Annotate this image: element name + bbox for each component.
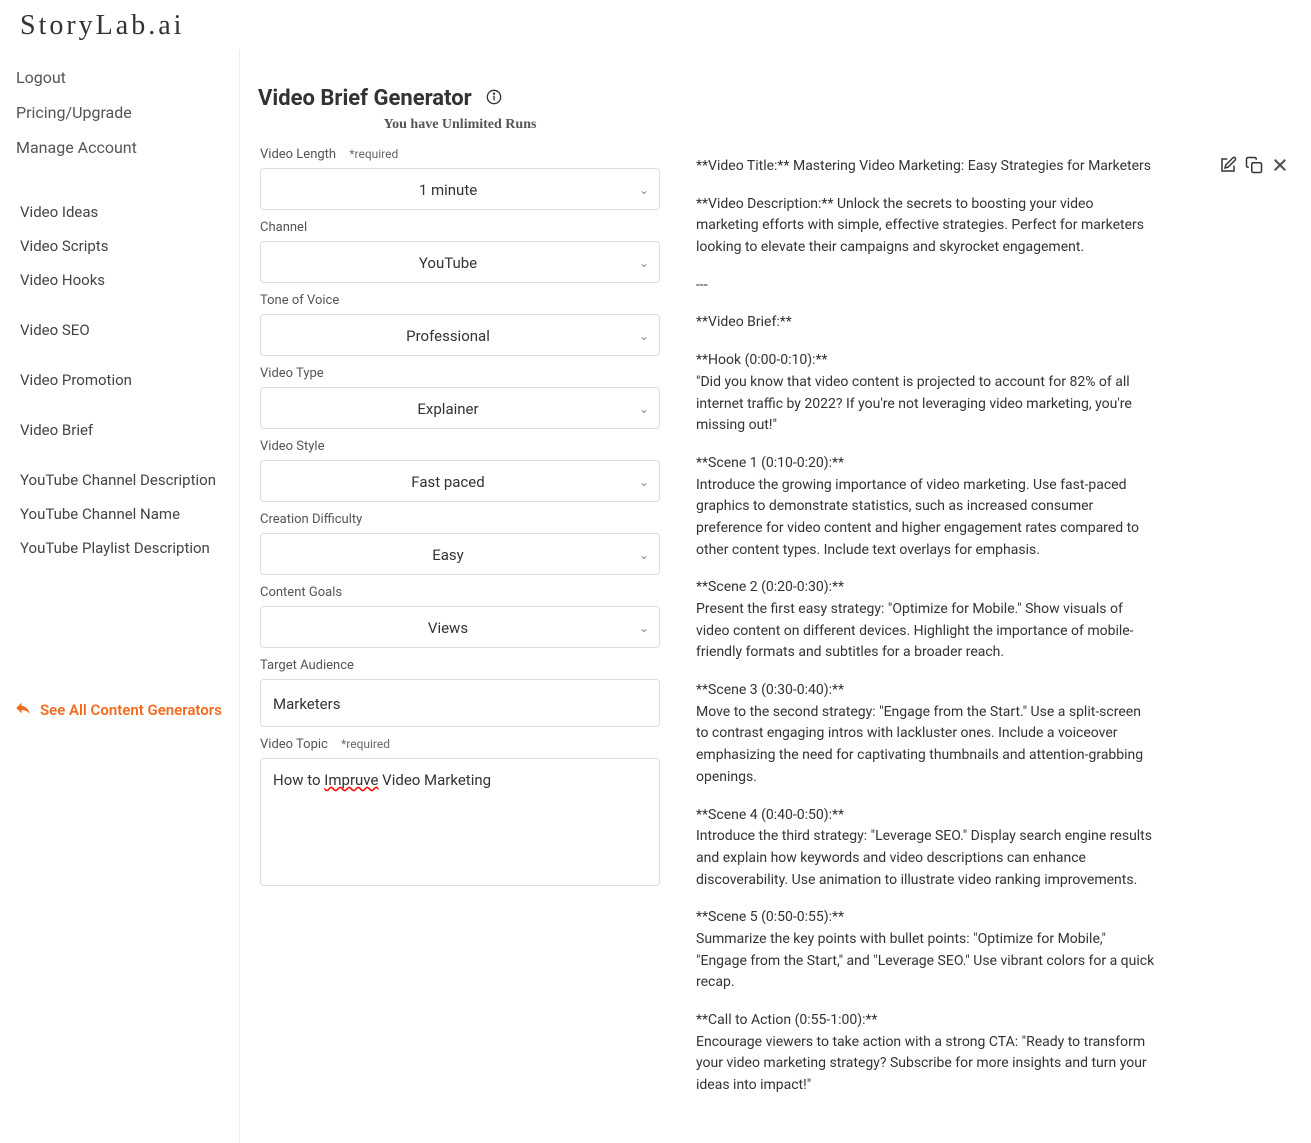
sidebar: Logout Pricing/Upgrade Manage Account Vi… xyxy=(0,50,240,1143)
goals-label: Content Goals xyxy=(260,585,660,600)
sidebar-item-video-scripts[interactable]: Video Scripts xyxy=(18,229,239,263)
edit-icon[interactable] xyxy=(1219,156,1237,182)
topic-textarea[interactable]: How to Impruve Video Marketing xyxy=(260,758,660,886)
reply-arrow-icon xyxy=(14,699,32,721)
chevron-down-icon: ⌄ xyxy=(639,183,649,197)
difficulty-select[interactable]: Easy ⌄ xyxy=(260,533,660,575)
output-scene5-label: **Scene 5 (0:50-0:55):** xyxy=(696,909,844,925)
sidebar-item-yt-channel-name[interactable]: YouTube Channel Name xyxy=(18,497,239,531)
chevron-down-icon: ⌄ xyxy=(639,329,649,343)
video-type-select[interactable]: Explainer ⌄ xyxy=(260,387,660,429)
video-length-select[interactable]: 1 minute ⌄ xyxy=(260,168,660,210)
tone-select[interactable]: Professional ⌄ xyxy=(260,314,660,356)
copy-icon[interactable] xyxy=(1245,156,1263,182)
output-scene3-label: **Scene 3 (0:30-0:40):** xyxy=(696,682,844,698)
output-scene3-text: Move to the second strategy: "Engage fro… xyxy=(696,704,1143,785)
audience-input[interactable]: Marketers xyxy=(260,679,660,727)
video-style-select[interactable]: Fast paced ⌄ xyxy=(260,460,660,502)
chevron-down-icon: ⌄ xyxy=(639,402,649,416)
runs-remaining: You have Unlimited Runs xyxy=(260,117,660,133)
see-all-generators-link[interactable]: See All Content Generators xyxy=(0,685,239,721)
app-logo: StoryLab.ai xyxy=(0,0,1311,50)
topic-label: Video Topic xyxy=(260,737,328,752)
info-icon[interactable] xyxy=(486,89,502,109)
output-scene4-label: **Scene 4 (0:40-0:50):** xyxy=(696,807,844,823)
sidebar-item-video-brief[interactable]: Video Brief xyxy=(18,413,239,447)
required-marker: *required xyxy=(341,737,390,751)
output-desc-label: **Video Description:** xyxy=(696,196,837,212)
page-title: Video Brief Generator xyxy=(258,86,472,111)
chevron-down-icon: ⌄ xyxy=(639,475,649,489)
output-divider: --- xyxy=(696,275,1156,297)
sidebar-item-yt-channel-description[interactable]: YouTube Channel Description xyxy=(18,463,239,497)
tone-label: Tone of Voice xyxy=(260,293,660,308)
sidebar-item-video-ideas[interactable]: Video Ideas xyxy=(18,195,239,229)
close-icon[interactable] xyxy=(1271,156,1289,182)
output-scene5-text: Summarize the key points with bullet poi… xyxy=(696,931,1154,990)
manage-account-link[interactable]: Manage Account xyxy=(12,130,239,165)
video-style-label: Video Style xyxy=(260,439,660,454)
channel-select[interactable]: YouTube ⌄ xyxy=(260,241,660,283)
output-hook-label: **Hook (0:00-0:10):** xyxy=(696,352,828,368)
output-scene2-text: Present the first easy strategy: "Optimi… xyxy=(696,601,1134,660)
output-scene2-label: **Scene 2 (0:20-0:30):** xyxy=(696,579,844,595)
spellcheck-marker: Impruve xyxy=(324,771,378,789)
channel-label: Channel xyxy=(260,220,660,235)
output-scene4-text: Introduce the third strategy: "Leverage … xyxy=(696,828,1152,887)
video-type-label: Video Type xyxy=(260,366,660,381)
output-title: Mastering Video Marketing: Easy Strategi… xyxy=(793,158,1151,174)
chevron-down-icon: ⌄ xyxy=(639,256,649,270)
output-cta-label: **Call to Action (0:55-1:00):** xyxy=(696,1012,878,1028)
goals-select[interactable]: Views ⌄ xyxy=(260,606,660,648)
audience-label: Target Audience xyxy=(260,658,660,673)
form-column: Video Brief Generator You have Unlimited… xyxy=(260,56,660,1113)
see-all-label: See All Content Generators xyxy=(40,701,222,719)
sidebar-item-yt-playlist-description[interactable]: YouTube Playlist Description xyxy=(18,531,239,565)
sidebar-item-video-promotion[interactable]: Video Promotion xyxy=(18,363,239,397)
sidebar-item-video-seo[interactable]: Video SEO xyxy=(18,313,239,347)
required-marker: *required xyxy=(349,147,398,161)
output-scene1-text: Introduce the growing importance of vide… xyxy=(696,477,1139,558)
output-hook-text: "Did you know that video content is proj… xyxy=(696,374,1132,433)
output-column: **Video Title:** Mastering Video Marketi… xyxy=(696,56,1291,1113)
logout-link[interactable]: Logout xyxy=(12,60,239,95)
difficulty-label: Creation Difficulty xyxy=(260,512,660,527)
output-title-label: **Video Title:** xyxy=(696,158,793,174)
sidebar-item-video-hooks[interactable]: Video Hooks xyxy=(18,263,239,297)
video-length-label: Video Length xyxy=(260,147,336,162)
chevron-down-icon: ⌄ xyxy=(639,548,649,562)
output-brief-label: **Video Brief:** xyxy=(696,312,1156,334)
output-cta-text: Encourage viewers to take action with a … xyxy=(696,1034,1147,1093)
output-scene1-label: **Scene 1 (0:10-0:20):** xyxy=(696,455,844,471)
chevron-down-icon: ⌄ xyxy=(639,621,649,635)
pricing-link[interactable]: Pricing/Upgrade xyxy=(12,95,239,130)
